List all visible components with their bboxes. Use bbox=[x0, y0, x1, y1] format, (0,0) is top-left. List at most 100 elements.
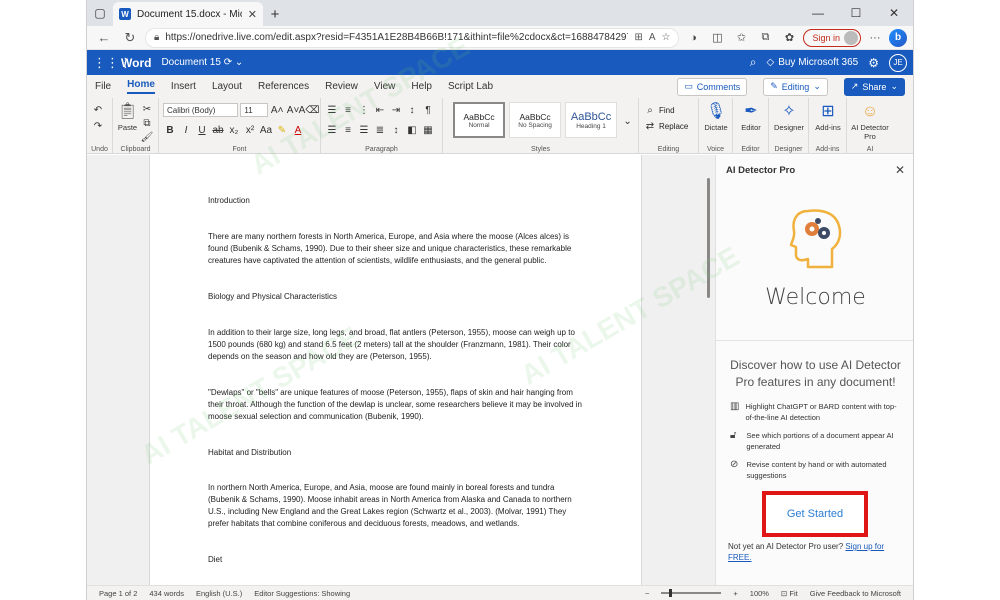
zoom-out-icon[interactable]: − bbox=[645, 589, 649, 598]
more-icon[interactable]: ··· bbox=[865, 28, 885, 48]
style-normal[interactable]: AaBbCc Normal bbox=[453, 102, 506, 138]
sort-icon[interactable]: ↕ bbox=[405, 103, 419, 117]
designer-button[interactable]: ✧ Designer bbox=[773, 102, 805, 132]
grow-font-icon[interactable]: A˄ bbox=[270, 103, 284, 117]
app-launcher-icon[interactable]: ⋮⋮⋮ bbox=[93, 55, 132, 71]
tab-help[interactable]: Help bbox=[411, 81, 432, 92]
editor-button[interactable]: ✒ Editor bbox=[737, 102, 765, 132]
split-screen-icon[interactable]: ◫ bbox=[707, 28, 727, 48]
tab-home[interactable]: Home bbox=[127, 79, 155, 94]
dictate-button[interactable]: 🎙︎ Dictate bbox=[703, 102, 729, 132]
url-bar[interactable]: 🔒︎ https://onedrive.live.com/edit.aspx?r… bbox=[145, 27, 680, 48]
paragraph-biology[interactable]: In addition to their large size, long le… bbox=[208, 327, 588, 363]
bold-icon[interactable]: B bbox=[163, 123, 177, 137]
find-button[interactable]: ⌕ Find bbox=[643, 102, 694, 118]
fit-button[interactable]: ⊡ Fit bbox=[781, 589, 798, 598]
document-scrollbar[interactable] bbox=[707, 178, 710, 298]
tab-references[interactable]: References bbox=[258, 81, 309, 92]
heading-introduction[interactable]: Introduction bbox=[208, 195, 588, 207]
refresh-icon[interactable]: ↻ bbox=[119, 27, 141, 49]
paragraph-habitat[interactable]: In northern North America, Europe, and A… bbox=[208, 482, 588, 530]
paragraph-intro[interactable]: There are many northern forests in North… bbox=[208, 231, 588, 267]
search-icon[interactable]: ⌕ bbox=[750, 55, 757, 70]
align-left-icon[interactable]: ☰ bbox=[325, 123, 339, 137]
zoom-slider-thumb[interactable] bbox=[669, 589, 673, 597]
lock-icon[interactable]: 🔒︎ bbox=[154, 32, 159, 43]
read-aloud-icon[interactable]: A bbox=[649, 32, 656, 43]
align-center-icon[interactable]: ≡ bbox=[341, 123, 355, 137]
editing-mode-button[interactable]: ✎ Editing ⌄ bbox=[763, 77, 828, 96]
zoom-slider[interactable] bbox=[661, 589, 722, 597]
multilevel-list-icon[interactable]: ⋮ bbox=[357, 103, 371, 117]
maximize-button[interactable]: ☐ bbox=[837, 0, 875, 26]
highlight-icon[interactable]: ✎ bbox=[275, 123, 289, 137]
cut-icon[interactable]: ✂ bbox=[140, 102, 154, 116]
format-painter-icon[interactable]: 🖌︎ bbox=[140, 130, 154, 144]
page-count[interactable]: Page 1 of 2 bbox=[99, 589, 137, 598]
word-count[interactable]: 434 words bbox=[149, 589, 184, 598]
tab-review[interactable]: Review bbox=[325, 81, 358, 92]
tab-layout[interactable]: Layout bbox=[212, 81, 242, 92]
numbering-icon[interactable]: ≡ bbox=[341, 103, 355, 117]
editor-suggestions[interactable]: Editor Suggestions: Showing bbox=[254, 589, 350, 598]
buy-microsoft-365-button[interactable]: ◇ Buy Microsoft 365 bbox=[766, 57, 858, 68]
back-icon[interactable]: ← bbox=[93, 27, 115, 49]
styles-more-icon[interactable]: ⌄ bbox=[621, 114, 634, 128]
style-heading-1[interactable]: AaBbCc Heading 1 bbox=[565, 102, 618, 138]
document-page[interactable]: Introduction There are many northern for… bbox=[149, 155, 642, 585]
minimize-button[interactable]: — bbox=[799, 0, 837, 26]
clear-formatting-icon[interactable]: A⌫ bbox=[299, 103, 320, 117]
url-text[interactable]: https://onedrive.live.com/edit.aspx?resi… bbox=[165, 32, 628, 43]
favorites-icon[interactable]: ✩ bbox=[731, 28, 751, 48]
feedback-link[interactable]: Give Feedback to Microsoft bbox=[810, 589, 901, 598]
strikethrough-icon[interactable]: ab bbox=[211, 123, 225, 137]
style-no-spacing[interactable]: AaBbCc No Spacing bbox=[509, 102, 562, 138]
decrease-indent-icon[interactable]: ⇤ bbox=[373, 103, 387, 117]
document-canvas[interactable]: Introduction There are many northern for… bbox=[87, 155, 715, 585]
language[interactable]: English (U.S.) bbox=[196, 589, 242, 598]
zoom-level[interactable]: 100% bbox=[750, 589, 769, 598]
extension-icon[interactable]: ◑ bbox=[683, 28, 703, 48]
paste-button[interactable]: 📋︎ Paste bbox=[117, 102, 138, 144]
subscript-icon[interactable]: x₂ bbox=[227, 123, 241, 137]
paragraph-dewlaps[interactable]: "Dewlaps" or "bells" are unique features… bbox=[208, 387, 588, 423]
underline-icon[interactable]: U bbox=[195, 123, 209, 137]
font-size-select[interactable]: 11 bbox=[240, 103, 269, 117]
bing-icon[interactable]: b bbox=[889, 28, 907, 47]
favorite-star-icon[interactable]: ☆ bbox=[662, 32, 671, 43]
show-marks-icon[interactable]: ¶ bbox=[421, 103, 435, 117]
collections-icon[interactable]: ⧉ bbox=[755, 28, 775, 48]
close-tab-icon[interactable]: ✕ bbox=[248, 8, 257, 21]
heading-diet[interactable]: Diet bbox=[208, 554, 588, 566]
font-name-select[interactable]: Calibri (Body) bbox=[163, 103, 239, 117]
app-name[interactable]: Word bbox=[121, 56, 151, 70]
align-right-icon[interactable]: ☰ bbox=[357, 123, 371, 137]
sign-in-button[interactable]: Sign in bbox=[803, 28, 861, 47]
italic-icon[interactable]: I bbox=[179, 123, 193, 137]
increase-indent-icon[interactable]: ⇥ bbox=[389, 103, 403, 117]
document-name[interactable]: Document 15 ⟳ ⌄ bbox=[161, 57, 243, 68]
share-button[interactable]: ↗ Share ⌄ bbox=[843, 77, 905, 96]
shading-icon[interactable]: ◧ bbox=[405, 123, 419, 137]
tab-insert[interactable]: Insert bbox=[171, 81, 196, 92]
line-spacing-icon[interactable]: ↕ bbox=[389, 123, 403, 137]
zoom-in-icon[interactable]: + bbox=[733, 589, 737, 598]
addins-button[interactable]: ⊞ Add-ins bbox=[813, 102, 843, 132]
bullets-icon[interactable]: ☰ bbox=[325, 103, 339, 117]
tab-file[interactable]: File bbox=[95, 81, 111, 92]
settings-gear-icon[interactable]: ⚙ bbox=[868, 56, 879, 70]
comments-button[interactable]: ▭ Comments bbox=[677, 77, 748, 96]
redo-icon[interactable]: ↷ bbox=[91, 119, 105, 133]
copy-icon[interactable]: ⧉ bbox=[140, 116, 154, 130]
close-icon[interactable]: ✕ bbox=[895, 163, 905, 177]
replace-button[interactable]: ⇄ Replace bbox=[643, 118, 694, 134]
undo-icon[interactable]: ↶ bbox=[91, 103, 105, 117]
get-started-button[interactable]: Get Started bbox=[762, 491, 868, 537]
heading-biology[interactable]: Biology and Physical Characteristics bbox=[208, 291, 588, 303]
extensions-icon[interactable]: ✿ bbox=[779, 28, 799, 48]
borders-icon[interactable]: ▦ bbox=[421, 123, 435, 137]
ai-detector-pro-button[interactable]: ☺︎ AI Detector Pro bbox=[851, 102, 889, 141]
superscript-icon[interactable]: x² bbox=[243, 123, 257, 137]
font-color-icon[interactable]: A bbox=[291, 123, 305, 137]
new-tab-button[interactable]: + bbox=[263, 2, 287, 26]
